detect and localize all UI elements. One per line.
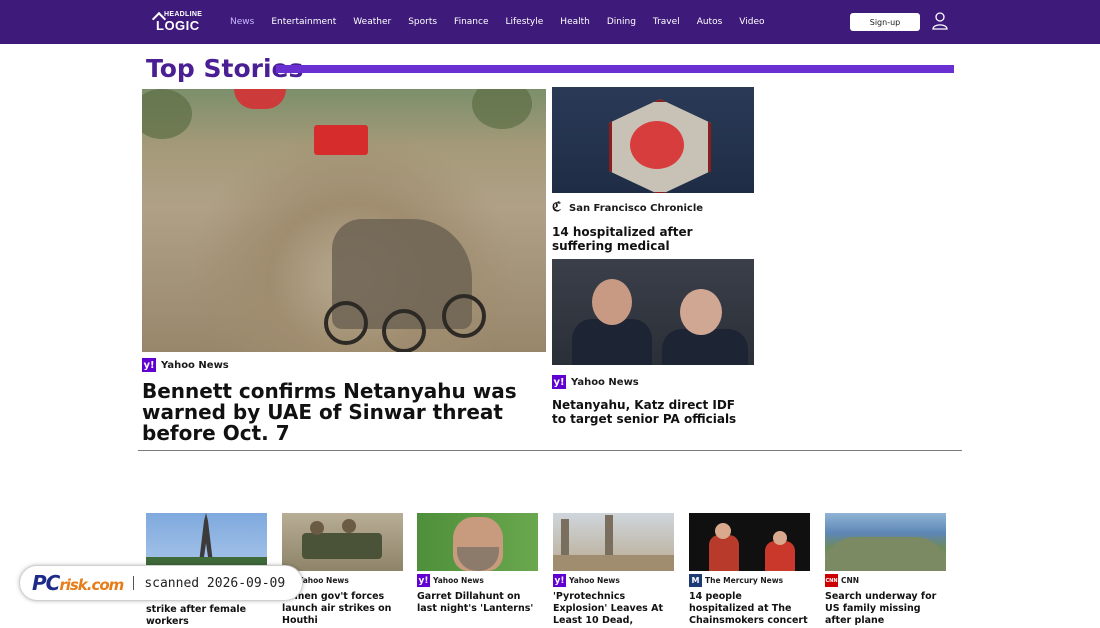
card-title: 'Pyrotechnics Explosion' Leaves At Least… (553, 591, 664, 626)
nav-health[interactable]: Health (560, 17, 590, 27)
source-name: San Francisco Chronicle (569, 202, 704, 214)
main-story-headline[interactable]: Bennett confirms Netanyahu was warned by… (142, 381, 546, 444)
image-tree (472, 89, 532, 129)
source-name: CNN (841, 576, 860, 585)
card-title: 14 people hospitalized at The Chainsmoke… (689, 591, 808, 626)
card-image (146, 513, 267, 571)
card-image (825, 513, 946, 571)
story-card[interactable]: M The Mercury News 14 people hospitalize… (689, 513, 810, 627)
image-person-suit (572, 319, 652, 365)
pcrisk-watermark: PCrisk.com scanned 2026-09-09 (19, 565, 303, 601)
nav-weather[interactable]: Weather (353, 17, 391, 27)
signup-button[interactable]: Sign-up (850, 13, 920, 31)
yahoo-news-icon: y! (142, 358, 156, 372)
image-person-head (680, 289, 722, 335)
main-nav: News Entertainment Weather Sports Financ… (230, 0, 782, 44)
source-name: Yahoo News (161, 359, 229, 371)
section-title-rule (276, 65, 954, 73)
yahoo-news-icon: y! (552, 375, 566, 389)
nav-video[interactable]: Video (739, 17, 764, 27)
card-title: Yemen gov't forces launch air strikes on… (282, 591, 392, 626)
image-cooler (314, 125, 368, 155)
card-source: y! Yahoo News (553, 574, 674, 587)
yahoo-news-icon: y! (553, 574, 566, 587)
nav-entertainment[interactable]: Entertainment (271, 17, 336, 27)
image-wheel (324, 301, 368, 345)
side-story-1-source[interactable]: ℭ San Francisco Chronicle (552, 200, 704, 215)
card-title: Search underway for US family missing af… (825, 591, 937, 626)
cnn-icon: CNN (825, 574, 838, 587)
pcrisk-logo: PCrisk.com (32, 571, 124, 595)
side-story-1-headline[interactable]: 14 hospitalized after suffering medical … (552, 225, 748, 253)
card-image (689, 513, 810, 571)
image-wheel (382, 309, 426, 352)
story-card[interactable]: y! Yahoo News Garret Dillahunt on last n… (417, 513, 538, 615)
story-card[interactable]: y! Yahoo News Yemen gov't forces launch … (282, 513, 403, 627)
nav-autos[interactable]: Autos (697, 17, 723, 27)
pcrisk-logo-pc: PC (32, 571, 60, 595)
source-name: Yahoo News (298, 576, 349, 585)
watermark-separator (133, 576, 135, 590)
side-story-2-source[interactable]: y! Yahoo News (552, 375, 639, 389)
headline-logic-logo[interactable]: HEADLINE LOGIC (151, 11, 208, 33)
card-source: y! Yahoo News (417, 574, 538, 587)
source-name: Yahoo News (571, 376, 639, 388)
side-story-1-image[interactable] (552, 87, 754, 193)
side-story-2-headline[interactable]: Netanyahu, Katz direct IDF to target sen… (552, 398, 748, 426)
main-story-source[interactable]: y! Yahoo News (142, 358, 229, 372)
image-patch-emblem (630, 121, 684, 169)
top-navigation-bar: HEADLINE LOGIC News Entertainment Weathe… (0, 0, 1100, 44)
section-divider (138, 450, 962, 451)
side-story-2-image[interactable] (552, 259, 754, 365)
story-card[interactable]: CNN CNN Search underway for US family mi… (825, 513, 946, 627)
nav-finance[interactable]: Finance (454, 17, 488, 27)
nav-lifestyle[interactable]: Lifestyle (505, 17, 543, 27)
nav-news[interactable]: News (230, 17, 254, 27)
nav-dining[interactable]: Dining (607, 17, 636, 27)
eiffel-tower-illustration (146, 513, 267, 571)
card-source: CNN CNN (825, 574, 946, 587)
image-person-head (592, 279, 632, 325)
nav-sports[interactable]: Sports (408, 17, 437, 27)
card-source: M The Mercury News (689, 574, 810, 587)
card-image (553, 513, 674, 571)
card-image (282, 513, 403, 571)
source-name: Yahoo News (433, 576, 484, 585)
image-wheel (442, 294, 486, 338)
card-title: Garret Dillahunt on last night's 'Lanter… (417, 591, 534, 614)
source-name: Yahoo News (569, 576, 620, 585)
user-account-icon[interactable] (932, 12, 948, 30)
image-tree (142, 89, 192, 139)
card-image (417, 513, 538, 571)
nav-travel[interactable]: Travel (653, 17, 680, 27)
main-story-image[interactable] (142, 89, 546, 352)
yahoo-news-icon: y! (417, 574, 430, 587)
watermark-text: scanned 2026-09-09 (144, 575, 286, 591)
story-card[interactable]: y! Yahoo News 'Pyrotechnics Explosion' L… (553, 513, 674, 627)
image-tent (234, 89, 286, 109)
sf-chronicle-icon: ℭ (552, 200, 562, 215)
mercury-news-icon: M (689, 574, 702, 587)
source-name: The Mercury News (705, 576, 784, 585)
pcrisk-logo-risk: risk.com (59, 576, 124, 594)
